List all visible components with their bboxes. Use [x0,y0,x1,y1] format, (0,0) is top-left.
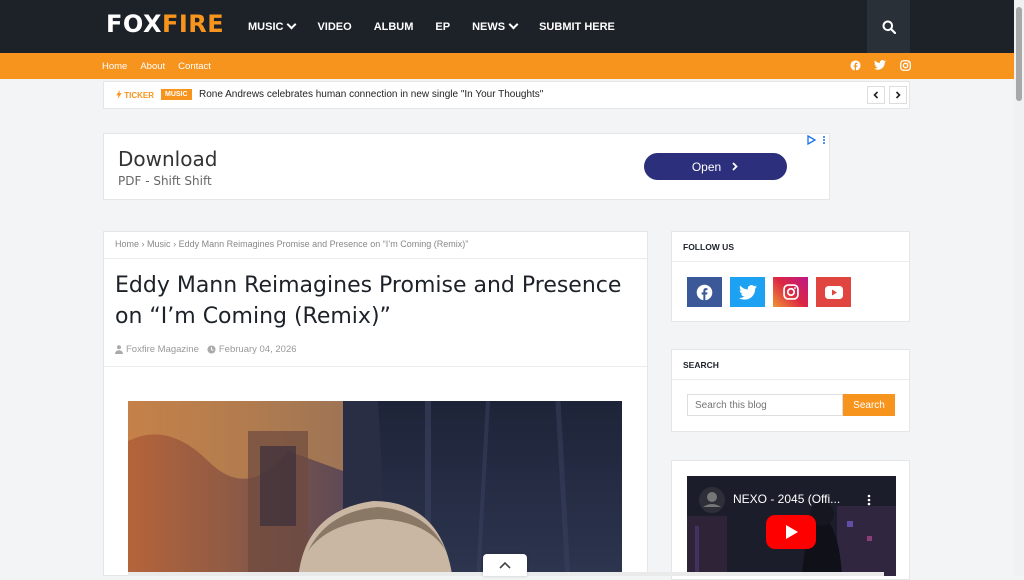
chevron-right-icon [895,91,901,99]
nav-album-label: ALBUM [373,20,414,33]
search-icon [882,20,896,34]
post-author[interactable]: Foxfire Magazine [126,344,199,355]
ticker-next-button[interactable] [889,86,907,104]
nav-album[interactable]: ALBUM [374,21,414,33]
follow-us-widget: FOLLOW US [671,231,910,322]
ad-banner[interactable]: Download PDF - Shift Shift Open [103,133,830,200]
instagram-icon [782,284,799,300]
video-title[interactable]: NEXO - 2045 (Offi... [733,492,840,506]
logo-text-fox: FOX [106,10,162,38]
scrollbar-thumb[interactable] [1016,7,1022,101]
subnav-home[interactable]: Home [102,61,127,72]
post-meta: Foxfire Magazine February 04, 2026 [115,344,297,355]
youtube-icon [824,285,843,299]
follow-youtube-button[interactable] [816,277,851,307]
video-widget: NEXO - 2045 (Offi... [671,460,910,580]
subnav-about[interactable]: About [140,61,165,72]
nav-video[interactable]: VIDEO [317,21,351,33]
ad-open-label: Open [691,159,722,174]
user-icon [115,345,123,354]
ticker-headline[interactable]: Rone Andrews celebrates human connection… [199,89,543,100]
ad-title: Download [118,147,218,171]
twitter-icon [738,284,757,300]
logo-text-fire: FIRE [161,10,225,38]
ticker-category-badge[interactable]: MUSIC [161,89,192,100]
nav-video-label: VIDEO [317,20,352,33]
lightning-icon [116,90,122,99]
ticker-label: TICKER [116,90,154,100]
nav-submit-label: SUBMIT HERE [539,20,615,33]
sub-header: Home About Contact [0,53,1014,79]
ad-subtitle: PDF - Shift Shift [118,174,212,188]
nav-music[interactable]: MUSIC [248,19,297,33]
top-header: FOXFIRE MUSIC VIDEO ALBUM EP NEWS SUBMIT… [0,0,1014,53]
article-card: Home › Music › Eddy Mann Reimagines Prom… [103,231,648,576]
chevron-left-icon [873,91,879,99]
scroll-to-top-button[interactable] [483,554,527,576]
nav-news-label: NEWS [472,20,506,33]
main-nav: MUSIC VIDEO ALBUM EP NEWS SUBMIT HERE [248,0,637,53]
divider [104,258,647,259]
search-button[interactable]: Search [843,394,895,416]
nav-music-label: MUSIC [248,20,284,33]
chevron-down-icon [287,19,297,30]
nav-submit-here[interactable]: SUBMIT HERE [539,21,615,33]
youtube-play-icon[interactable] [766,515,816,549]
ticker-prev-button[interactable] [867,86,885,104]
ad-choices-icon[interactable] [807,134,827,148]
facebook-icon[interactable] [849,59,861,71]
chevron-down-icon [508,19,519,30]
follow-twitter-button[interactable] [730,277,765,307]
page-scrollbar[interactable] [1014,0,1024,576]
nav-news[interactable]: NEWS [472,19,519,33]
post-title: Eddy Mann Reimagines Promise and Presenc… [115,273,622,329]
nav-ep-label: EP [435,20,451,33]
widget-title: SEARCH [683,360,719,370]
nav-ep[interactable]: EP [435,21,450,33]
divider [672,261,909,262]
clock-icon [207,345,216,354]
post-featured-image [128,401,622,575]
ad-open-button[interactable]: Open [644,153,787,180]
instagram-icon[interactable] [899,59,911,71]
follow-facebook-button[interactable] [687,277,722,307]
divider [672,379,909,380]
divider [104,366,647,367]
facebook-icon [696,284,713,301]
header-social-links [849,59,924,71]
chevron-up-icon [499,561,511,569]
post-date: February 04, 2026 [218,344,297,355]
follow-instagram-button[interactable] [773,277,808,307]
breadcrumb: Home › Music › Eddy Mann Reimagines Prom… [115,239,468,249]
news-ticker: TICKER MUSIC Rone Andrews celebrates hum… [103,81,910,109]
breadcrumb-separator: › [173,239,177,249]
breadcrumb-current: Eddy Mann Reimagines Promise and Presenc… [178,239,469,249]
chevron-right-icon [732,162,738,171]
more-vertical-icon[interactable] [867,494,871,506]
site-logo[interactable]: FOXFIRE [106,10,224,38]
header-search-button[interactable] [867,0,910,53]
subnav-contact[interactable]: Contact [178,61,211,72]
widget-title: FOLLOW US [683,242,734,252]
twitter-icon[interactable] [874,59,886,71]
breadcrumb-music[interactable]: Music [147,239,171,249]
search-input[interactable] [687,394,843,416]
sub-nav: Home About Contact [102,53,224,79]
breadcrumb-home[interactable]: Home [115,239,139,249]
search-widget: SEARCH Search [671,349,910,432]
ticker-label-text: TICKER [124,91,155,100]
breadcrumb-separator: › [141,239,145,249]
youtube-embed[interactable]: NEXO - 2045 (Offi... [687,476,896,576]
